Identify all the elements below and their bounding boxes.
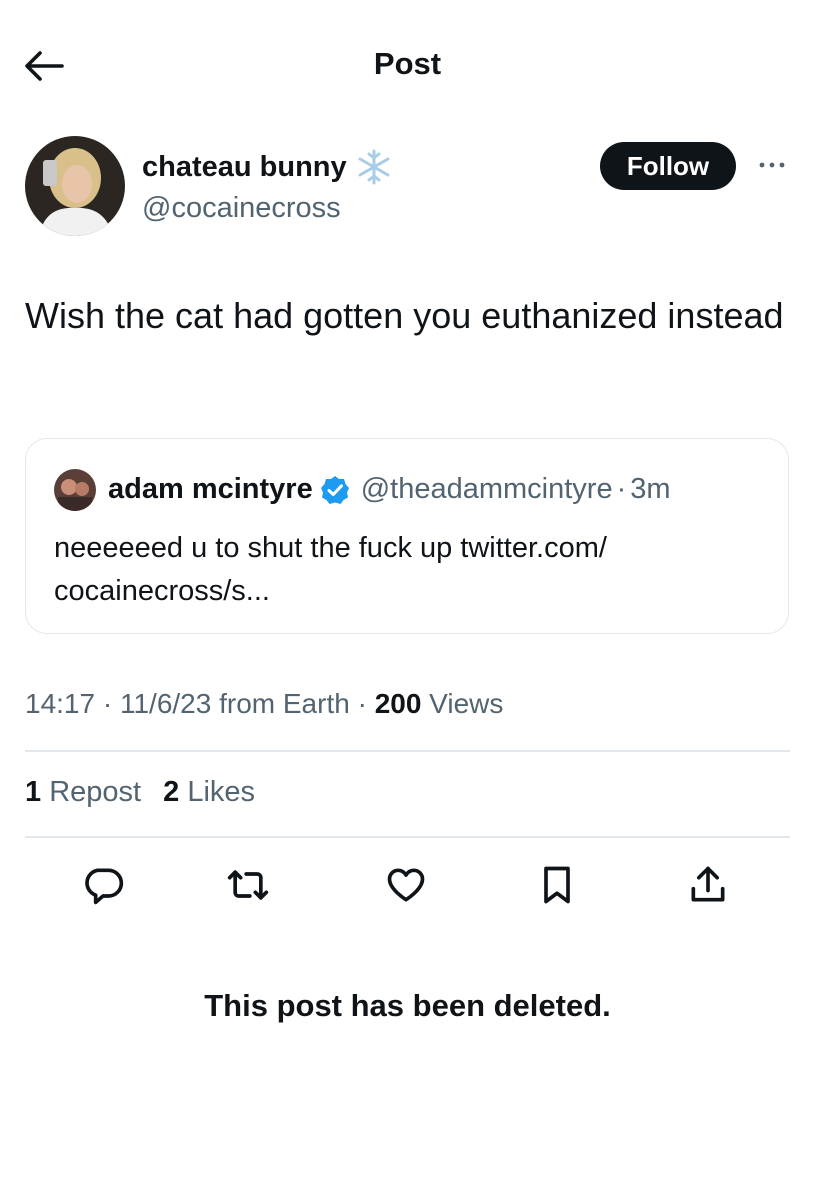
reply-button[interactable]	[78, 860, 128, 910]
snowflake-icon	[358, 149, 390, 185]
page-title: Post	[373, 46, 442, 81]
likes-stat[interactable]: 2 Likes	[163, 776, 255, 808]
engagement-stats: 1 Repost 2 Likes	[25, 776, 255, 809]
verified-badge-icon	[320, 475, 349, 504]
reposts-label: Repost	[41, 776, 142, 808]
quoted-handle: @theadammcintyre	[360, 473, 613, 505]
author-display-name[interactable]: chateau bunny	[142, 151, 347, 184]
top-bar: Post	[0, 0, 815, 120]
bookmark-button[interactable]	[532, 860, 582, 910]
meta-separator: ·	[95, 688, 120, 719]
quoted-post-card[interactable]: adam mcintyre @theadammcintyre · 3m neee…	[25, 438, 789, 634]
post-time: 14:17	[25, 688, 96, 719]
quoted-display-name: adam mcintyre	[108, 473, 313, 505]
more-icon	[759, 162, 785, 168]
action-bar	[0, 860, 815, 910]
post-metadata: 14:17 · 11/6/23 from Earth · 200 Views	[25, 688, 503, 720]
likes-label: Likes	[179, 776, 256, 808]
like-icon	[387, 868, 425, 902]
quoted-header: adam mcintyre @theadammcintyre · 3m	[108, 473, 671, 506]
author-name-row: chateau bunny	[142, 148, 393, 186]
follow-button[interactable]: Follow	[600, 142, 736, 190]
bookmark-icon	[544, 866, 570, 904]
repost-button[interactable]	[223, 860, 273, 910]
post-date: 11/6/23	[119, 688, 212, 719]
reply-icon	[85, 868, 124, 905]
quoted-avatar	[54, 469, 96, 511]
deleted-notice: This post has been deleted.	[204, 988, 611, 1023]
share-icon	[691, 866, 725, 902]
likes-count: 2	[163, 776, 180, 808]
divider	[25, 836, 790, 838]
like-button[interactable]	[381, 860, 431, 910]
divider	[25, 750, 790, 752]
quoted-text: neeeeeed u to shut the fuck up twitter.c…	[54, 532, 607, 607]
repost-icon	[227, 870, 269, 900]
reposts-count: 1	[25, 776, 42, 808]
post-text: Wish the cat had gotten you euthanized i…	[25, 295, 784, 336]
quoted-time: 3m	[630, 473, 671, 505]
more-button[interactable]	[752, 150, 792, 180]
author-handle[interactable]: @cocainecross	[142, 192, 341, 225]
post-location: from Earth	[211, 688, 350, 719]
avatar[interactable]	[25, 136, 125, 236]
reposts-stat[interactable]: 1 Repost	[25, 776, 141, 808]
quoted-separator: ·	[616, 473, 627, 505]
views-count: 200	[374, 688, 422, 719]
views-label: Views	[421, 688, 504, 719]
share-button[interactable]	[683, 860, 733, 910]
meta-separator: ·	[349, 688, 375, 719]
